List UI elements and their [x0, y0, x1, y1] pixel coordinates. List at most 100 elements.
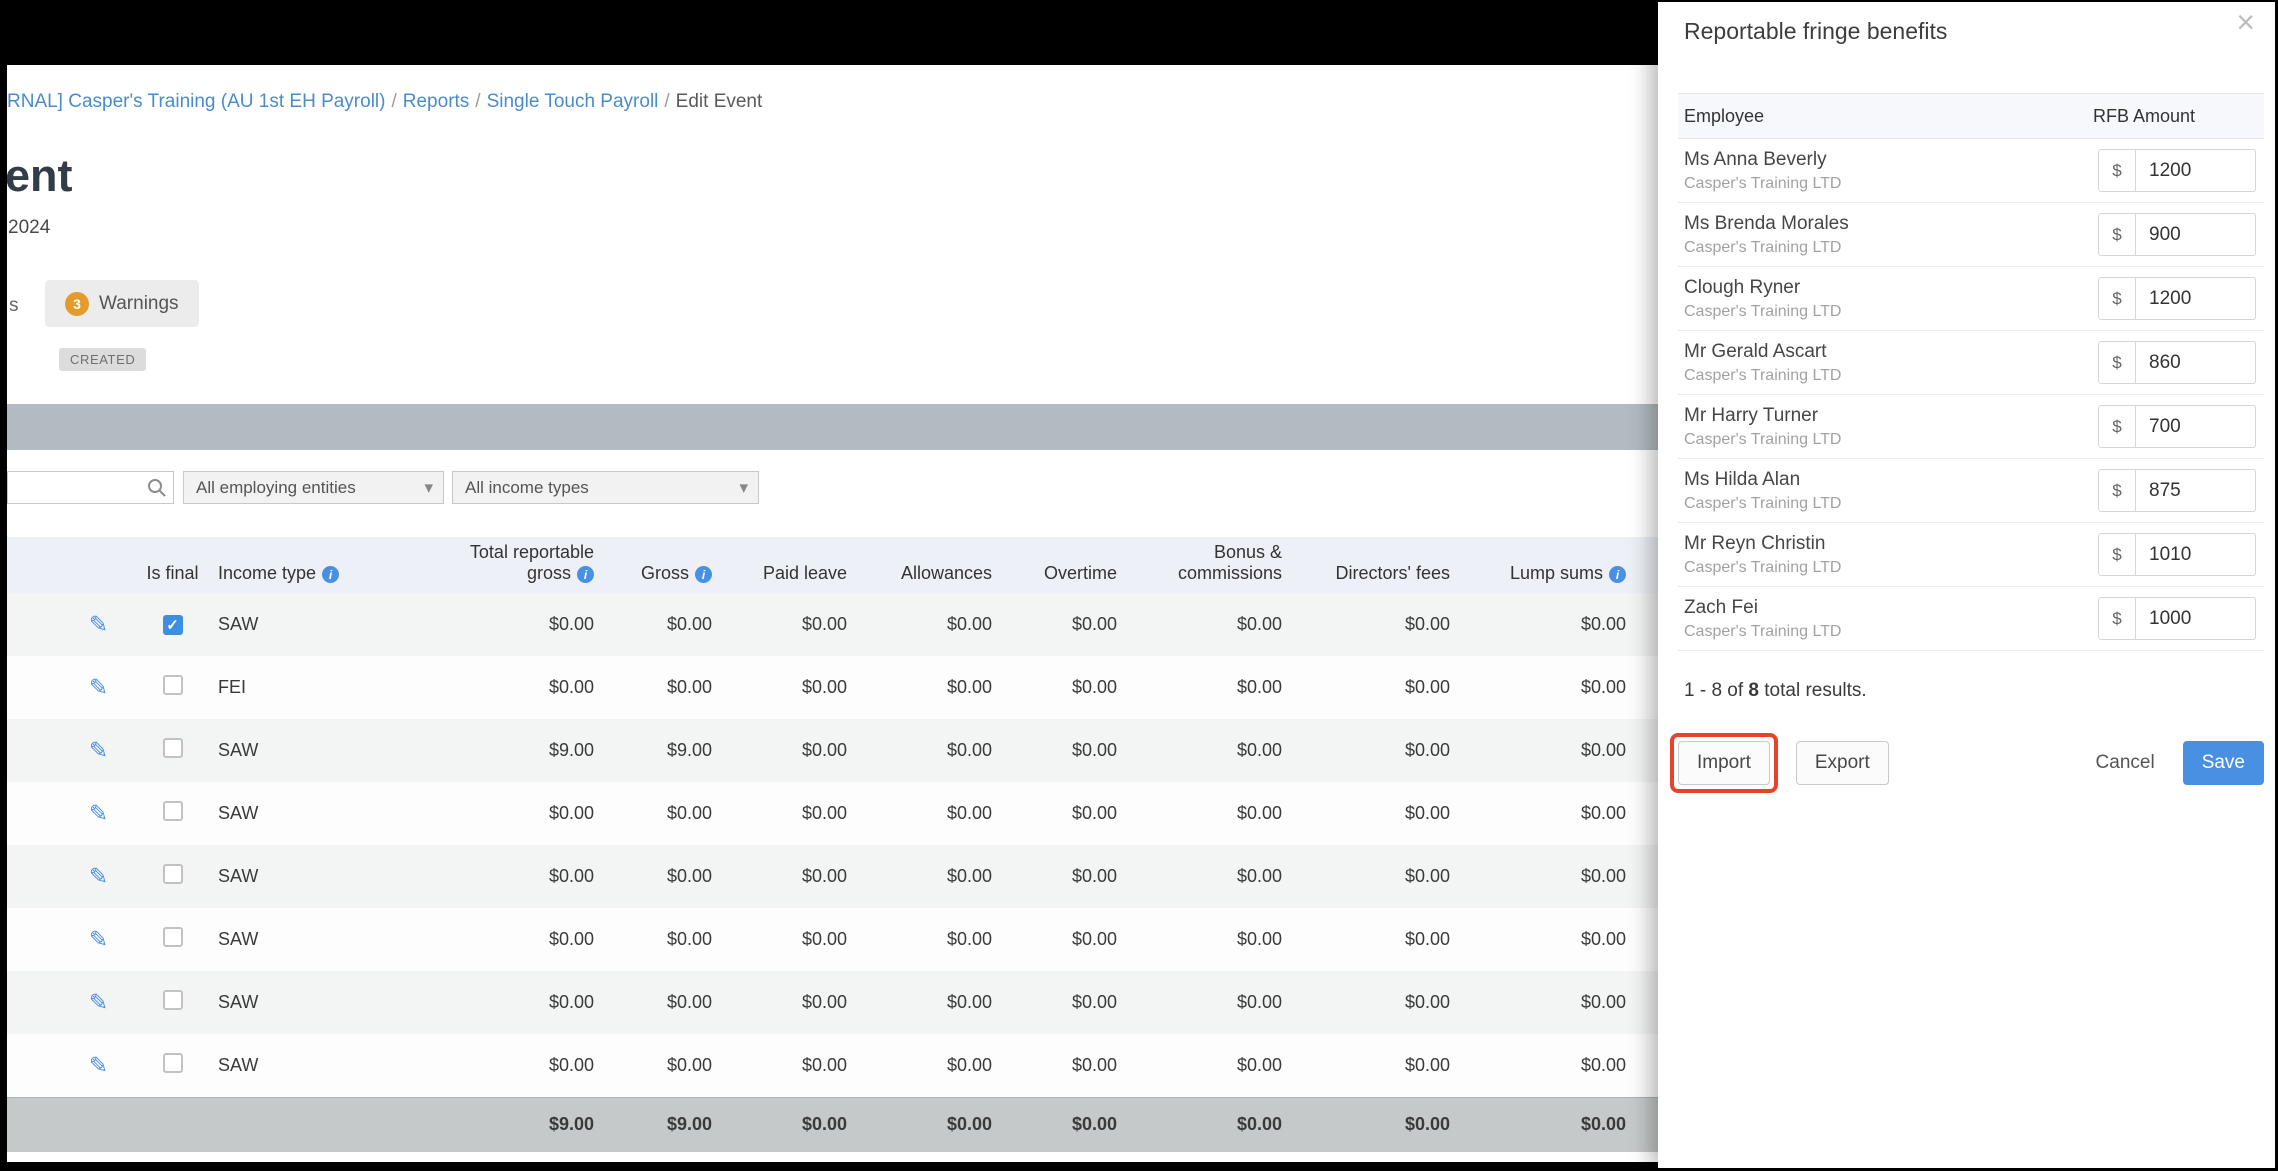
employee-row: Ms Hilda Alan Casper's Training LTD $ — [1678, 459, 2264, 523]
employing-entities-dropdown[interactable]: All employing entities ▾ — [183, 471, 444, 504]
rfb-amount-input[interactable] — [2136, 470, 2255, 511]
close-icon[interactable]: × — [2236, 6, 2255, 38]
currency-prefix: $ — [2099, 598, 2136, 639]
rfb-amount-field: $ — [2098, 213, 2256, 256]
employee-company: Casper's Training LTD — [1684, 558, 1842, 576]
tab-partial[interactable]: s — [9, 295, 19, 317]
edit-icon[interactable]: ✎ — [89, 989, 108, 1015]
search-input[interactable] — [10, 474, 145, 501]
income-types-dropdown[interactable]: All income types ▾ — [452, 471, 759, 504]
employee-name: Clough Ryner — [1684, 276, 1801, 298]
amount-cell: $0.00 — [1236, 866, 1282, 886]
rfb-amount-field: $ — [2098, 597, 2256, 640]
breadcrumb-item[interactable]: Single Touch Payroll — [487, 91, 659, 112]
col-gross: Gross i — [600, 537, 718, 593]
stp-header-row: Is final Income type i Total reportable g… — [7, 537, 1658, 593]
is-final-checkbox[interactable] — [162, 801, 183, 821]
breadcrumb-item[interactable]: Reports — [403, 91, 470, 112]
rfb-amount-input[interactable] — [2136, 150, 2255, 191]
page-title: ent — [7, 150, 73, 201]
currency-prefix: $ — [2099, 406, 2136, 447]
amount-cell: $0.00 — [548, 929, 594, 949]
breadcrumb-separator: / — [664, 91, 670, 112]
total-empty-cell — [210, 1096, 355, 1152]
amount-cell: $0.00 — [666, 1054, 712, 1075]
is-final-checkbox[interactable] — [162, 738, 183, 758]
rfb-table: Employee RFB Amount Ms Anna Beverly Caspe… — [1678, 93, 2264, 651]
amount-cell: $0.00 — [946, 614, 992, 634]
rfb-amount-field: $ — [2098, 277, 2256, 320]
import-button[interactable]: Import — [1678, 741, 1770, 785]
warnings-count-badge: 3 — [65, 291, 89, 316]
currency-prefix: $ — [2099, 534, 2136, 575]
amount-cell: $0.00 — [1404, 992, 1450, 1012]
amount-cell: $0.00 — [548, 866, 594, 886]
breadcrumb-item[interactable]: RNAL] Casper's Training (AU 1st EH Payro… — [7, 91, 385, 112]
employee-row: Zach Fei Casper's Training LTD $ — [1678, 587, 2264, 651]
amount-cell: $0.00 — [946, 866, 992, 886]
rfb-amount-field: $ — [2098, 405, 2256, 448]
amount-cell: $0.00 — [1404, 929, 1450, 949]
amount-cell: $0.00 — [801, 614, 847, 634]
is-final-checkbox[interactable] — [162, 615, 183, 635]
employee-name: Zach Fei — [1684, 596, 1758, 618]
info-icon[interactable]: i — [577, 566, 594, 583]
col-income-type: Income type i — [210, 537, 355, 593]
rfb-amount-input[interactable] — [2136, 534, 2255, 575]
employee-company: Casper's Training LTD — [1684, 302, 1842, 320]
is-final-checkbox[interactable] — [162, 927, 183, 947]
page-date: 2024 — [8, 217, 51, 238]
stp-row: ✎ SAW $0.00 $0.00 $0.00 $0.00 $0.00 $0.00 $0.00 $… — [7, 782, 1658, 845]
is-final-checkbox[interactable] — [162, 1052, 183, 1073]
export-button[interactable]: Export — [1795, 741, 1889, 785]
employee-name: Ms Hilda Alan — [1684, 468, 1801, 490]
amount-cell: $0.00 — [1236, 1054, 1282, 1075]
chevron-down-icon: ▾ — [424, 478, 433, 497]
is-final-checkbox[interactable] — [162, 675, 183, 695]
is-final-checkbox[interactable] — [162, 864, 183, 884]
employee-row: Clough Ryner Casper's Training LTD $ — [1678, 267, 2264, 331]
total-cell: $9.00 — [600, 1096, 718, 1152]
breadcrumb: RNAL] Casper's Training (AU 1st EH Payro… — [7, 91, 762, 113]
amount-cell: $0.00 — [1071, 1054, 1117, 1075]
income-type-cell: SAW — [218, 992, 259, 1012]
info-icon[interactable]: i — [1609, 566, 1626, 583]
status-badge: CREATED — [59, 348, 147, 371]
rfb-amount-input[interactable] — [2136, 278, 2255, 319]
stp-row: ✎ SAW $9.00 $9.00 $0.00 $0.00 $0.00 $0.00 $0.00 $… — [7, 719, 1658, 782]
edit-icon[interactable]: ✎ — [89, 800, 108, 826]
rfb-amount-input[interactable] — [2136, 598, 2255, 639]
edit-icon[interactable]: ✎ — [89, 737, 108, 763]
edit-icon[interactable]: ✎ — [89, 674, 108, 700]
col-directors-fees: Directors' fees — [1288, 537, 1456, 593]
amount-cell: $0.00 — [548, 1054, 594, 1075]
employee-name: Mr Harry Turner — [1684, 404, 1819, 426]
payroll-app: RNAL] Casper's Training (AU 1st EH Payro… — [7, 65, 1658, 1162]
edit-icon[interactable]: ✎ — [89, 611, 108, 637]
income-type-cell: SAW — [218, 740, 259, 760]
rfb-amount-input[interactable] — [2136, 214, 2255, 255]
is-final-checkbox[interactable] — [162, 990, 183, 1010]
amount-cell: $0.00 — [1071, 614, 1117, 634]
amount-cell: $0.00 — [1071, 866, 1117, 886]
rfb-amount-input[interactable] — [2136, 342, 2255, 383]
cancel-button[interactable]: Cancel — [2077, 741, 2173, 785]
edit-icon[interactable]: ✎ — [89, 926, 108, 952]
col-lump-sums: Lump sums i — [1456, 537, 1658, 593]
rfb-amount-input[interactable] — [2136, 406, 2255, 447]
income-type-cell: SAW — [218, 929, 259, 949]
amount-cell: $0.00 — [548, 614, 594, 634]
total-empty-cell — [7, 1096, 135, 1152]
info-icon[interactable]: i — [695, 566, 712, 583]
employee-name: Ms Brenda Morales — [1684, 212, 1849, 234]
employee-name: Mr Gerald Ascart — [1684, 340, 1827, 362]
edit-icon[interactable]: ✎ — [89, 863, 108, 889]
save-button[interactable]: Save — [2182, 741, 2264, 785]
info-icon[interactable]: i — [322, 566, 340, 583]
search-icon — [147, 478, 167, 503]
breadcrumb-item: Edit Event — [675, 91, 763, 112]
amount-cell: $0.00 — [1404, 866, 1450, 886]
tab-warnings[interactable]: 3 Warnings — [45, 280, 199, 327]
amount-cell: $0.00 — [1580, 803, 1626, 823]
edit-icon[interactable]: ✎ — [89, 1052, 108, 1078]
